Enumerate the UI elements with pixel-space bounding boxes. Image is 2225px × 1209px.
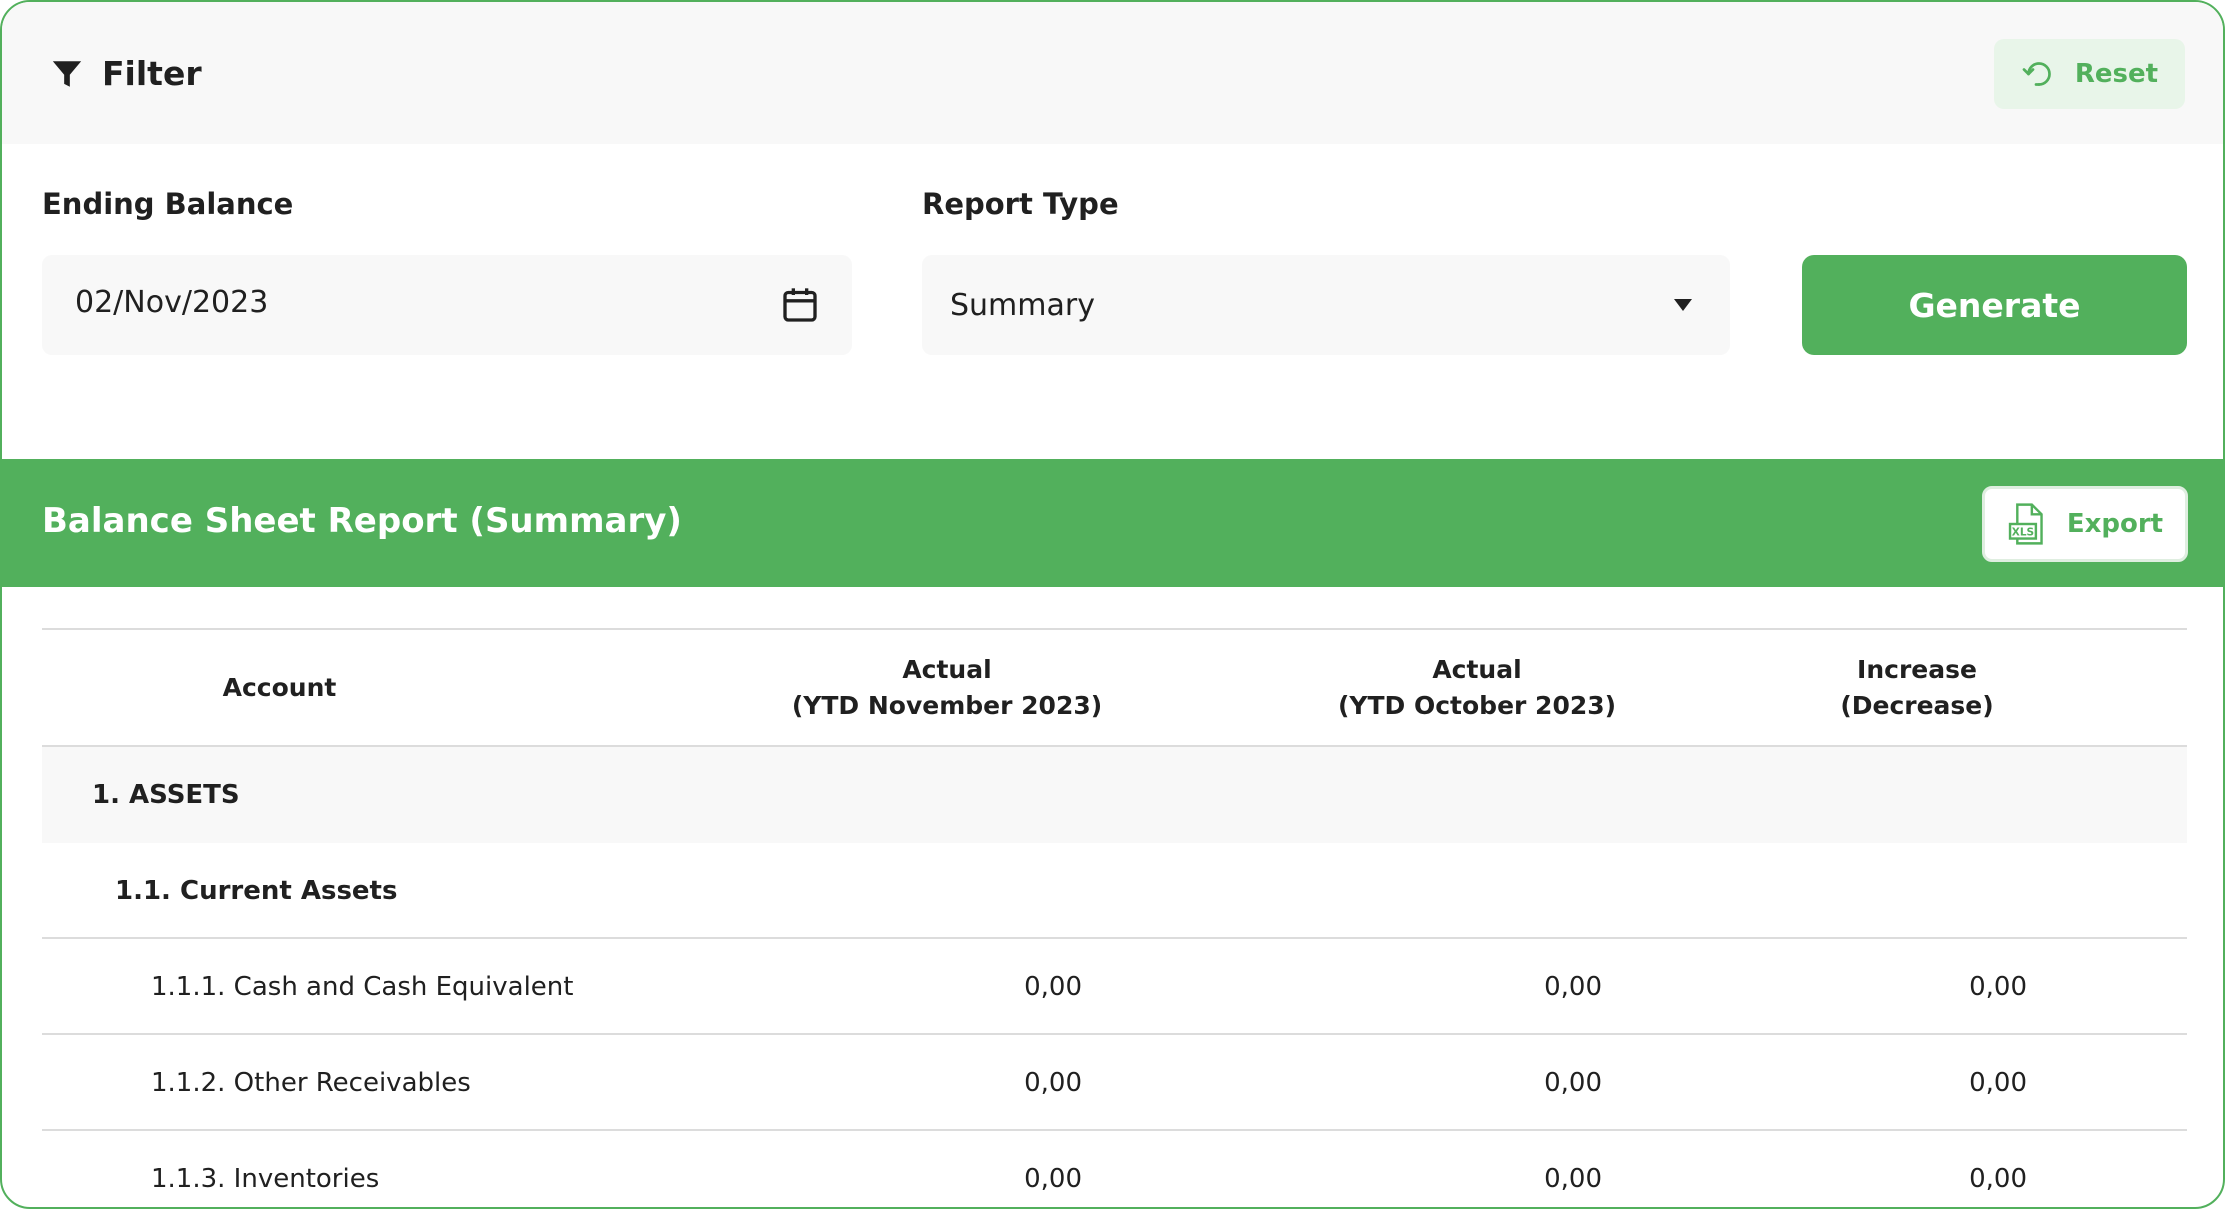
ytd-november-cell: 0,00 — [1024, 972, 1082, 1002]
filter-title: Filter — [102, 54, 202, 93]
ytd-october-cell: 0,00 — [1544, 1164, 1602, 1194]
reset-button[interactable]: Reset — [1994, 39, 2185, 109]
calendar-icon[interactable] — [780, 285, 820, 325]
reset-label: Reset — [2074, 59, 2159, 89]
ytd-november-cell: 0,00 — [1024, 1164, 1082, 1194]
account-cell: 1.1.2. Other Receivables — [151, 1068, 471, 1098]
table-header: Account Actual (YTD November 2023) Actua… — [42, 628, 2187, 747]
table-row: 1. ASSETS — [42, 747, 2187, 843]
account-cell: 1.1.3. Inventories — [151, 1164, 380, 1194]
increase-cell: 0,00 — [1969, 1068, 2027, 1098]
ending-balance-date-input[interactable]: 02/Nov/2023 — [42, 255, 852, 355]
report-title: Balance Sheet Report (Summary) — [42, 501, 682, 541]
increase-cell: 0,00 — [1969, 1164, 2027, 1194]
table-row: 1.1. Current Assets — [42, 843, 2187, 939]
account-cell: 1.1.1. Cash and Cash Equivalent — [151, 972, 574, 1002]
balance-sheet-page: Filter Reset Ending Balance Report Type … — [0, 0, 2225, 1209]
column-header-increase-decrease: Increase (Decrease) — [1840, 655, 1994, 720]
ytd-november-cell: 0,00 — [1024, 1068, 1082, 1098]
reset-icon — [2022, 62, 2051, 86]
export-label: Export — [2066, 509, 2164, 539]
report-type-select[interactable]: Summary — [922, 255, 1730, 355]
date-value: 02/Nov/2023 — [75, 285, 269, 320]
filter-header: Filter Reset — [2, 2, 2223, 144]
account-cell: 1. ASSETS — [92, 780, 240, 810]
column-header-account: Account — [222, 673, 337, 702]
table-row: 1.1.1. Cash and Cash Equivalent 0,00 0,0… — [42, 939, 2187, 1035]
report-header: Balance Sheet Report (Summary) XLS Expor… — [2, 459, 2223, 587]
ending-balance-label: Ending Balance — [42, 187, 294, 221]
chevron-down-icon — [1674, 299, 1692, 311]
export-button[interactable]: XLS Export — [1982, 486, 2188, 562]
report-table: Account Actual (YTD November 2023) Actua… — [42, 628, 2187, 1207]
generate-button[interactable]: Generate — [1802, 255, 2187, 355]
column-header-ytd-november: Actual (YTD November 2023) — [791, 655, 1103, 720]
table-row: 1.1.3. Inventories 0,00 0,00 0,00 — [42, 1131, 2187, 1207]
report-type-label: Report Type — [922, 187, 1119, 221]
increase-cell: 0,00 — [1969, 972, 2027, 1002]
report-type-value: Summary — [950, 288, 1095, 323]
ytd-october-cell: 0,00 — [1544, 1068, 1602, 1098]
table-row: 1.1.2. Other Receivables 0,00 0,00 0,00 — [42, 1035, 2187, 1131]
ytd-october-cell: 0,00 — [1544, 972, 1602, 1002]
column-header-ytd-october: Actual (YTD October 2023) — [1337, 655, 1617, 720]
filter-icon — [52, 61, 82, 87]
xls-label: XLS — [2012, 527, 2034, 539]
xls-file-icon: XLS — [2008, 503, 2043, 545]
account-cell: 1.1. Current Assets — [115, 876, 398, 906]
